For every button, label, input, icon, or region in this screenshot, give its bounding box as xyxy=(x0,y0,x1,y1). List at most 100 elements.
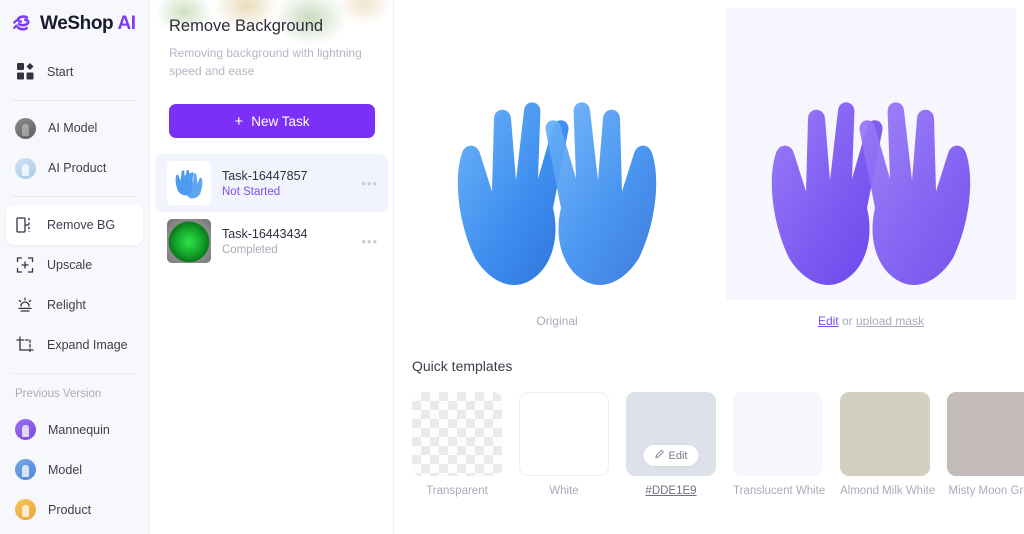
sidebar-item-start[interactable]: Start xyxy=(6,52,143,92)
app-logo[interactable]: WeShop AI xyxy=(0,0,149,48)
edit-color-button-label: Edit xyxy=(668,449,688,462)
relight-sun-icon xyxy=(15,295,35,315)
quick-templates-section: Quick templates Transparent White Edit #… xyxy=(394,328,1024,497)
task-row[interactable]: Task-16443434 Completed ••• xyxy=(155,212,388,270)
template-label: White xyxy=(549,485,579,497)
original-preview-column: Original xyxy=(412,8,702,328)
page-title: Remove Background xyxy=(169,17,324,35)
mannequin-avatar-icon xyxy=(15,419,36,441)
sidebar-item-ai-product[interactable]: AI Product xyxy=(6,148,143,188)
page-subtitle: Removing background with lightning speed… xyxy=(169,46,362,78)
sidebar-item-model[interactable]: Model xyxy=(6,450,143,490)
template-swatch[interactable] xyxy=(840,392,930,476)
preview-row: Original Edit or upload mask xyxy=(394,0,1024,328)
template-swatch[interactable]: Edit xyxy=(626,392,716,476)
sidebar-item-upscale[interactable]: Upscale xyxy=(6,245,143,285)
upscale-icon xyxy=(15,255,35,275)
pen-edit-icon xyxy=(655,449,665,462)
sidebar-item-remove-bg-label: Remove BG xyxy=(47,218,116,233)
sidebar-item-start-label: Start xyxy=(47,64,74,79)
template-item-translucent-white[interactable]: Translucent White xyxy=(733,392,826,497)
sidebar-item-product-label: Product xyxy=(48,502,92,517)
result-image[interactable] xyxy=(726,8,1016,300)
template-item-transparent[interactable]: Transparent xyxy=(412,392,502,497)
model-avatar-icon xyxy=(15,459,36,481)
task-meta: Task-16447857 Not Started xyxy=(222,169,350,198)
template-label: Transparent xyxy=(426,485,488,497)
sidebar-item-remove-bg[interactable]: Remove BG xyxy=(6,205,143,246)
template-swatch[interactable] xyxy=(519,392,609,476)
product-avatar-icon xyxy=(15,499,36,521)
logo-text-accent: AI xyxy=(117,12,136,34)
task-row[interactable]: Task-16447857 Not Started ••• xyxy=(155,154,388,212)
sidebar-item-ai-model-label: AI Model xyxy=(48,121,98,136)
original-caption: Original xyxy=(536,314,578,328)
caption-separator: or xyxy=(841,314,853,328)
template-item-misty-moon-grey[interactable]: Misty Moon Grey xyxy=(947,392,1024,497)
result-preview-column: Edit or upload mask xyxy=(726,8,1016,328)
task-meta: Task-16443434 Completed xyxy=(222,227,350,256)
sidebar-item-expand-image-label: Expand Image xyxy=(47,338,128,353)
task-name: Task-16443434 xyxy=(222,226,308,241)
more-dots-icon[interactable]: ••• xyxy=(361,176,378,191)
quick-templates-title: Quick templates xyxy=(412,358,513,374)
template-label: Translucent White xyxy=(733,485,826,497)
sidebar-item-ai-model[interactable]: AI Model xyxy=(6,108,143,148)
sidebar-item-expand-image[interactable]: Expand Image xyxy=(6,325,143,365)
template-item-almond-milk-white[interactable]: Almond Milk White xyxy=(840,392,936,497)
original-caption-row: Original xyxy=(412,314,702,328)
sidebar-divider-1 xyxy=(12,99,137,101)
sidebar-item-upscale-label: Upscale xyxy=(47,258,93,273)
sidebar-item-product[interactable]: Product xyxy=(6,490,143,530)
sidebar-item-relight[interactable]: Relight xyxy=(6,285,143,325)
template-label: Misty Moon Grey xyxy=(948,485,1024,497)
grid-squares-icon xyxy=(15,62,35,82)
ai-product-avatar-icon xyxy=(15,157,36,179)
expand-crop-icon xyxy=(15,335,35,355)
ai-model-avatar-icon xyxy=(15,117,36,139)
task-thumbnail xyxy=(167,219,211,263)
sidebar-item-relight-label: Relight xyxy=(47,298,86,313)
task-status: Not Started xyxy=(222,185,281,198)
edit-color-button[interactable]: Edit xyxy=(643,445,699,466)
task-list: Task-16447857 Not Started ••• Task-16443… xyxy=(150,154,393,270)
template-swatch[interactable] xyxy=(947,392,1024,476)
template-label[interactable]: #DDE1E9 xyxy=(626,485,716,497)
sidebar-item-model-label: Model xyxy=(48,462,83,477)
sidebar-ai-group: AI Model AI Product xyxy=(0,104,149,192)
task-panel: Remove Background Removing background wi… xyxy=(150,0,394,534)
more-dots-icon[interactable]: ••• xyxy=(361,234,378,249)
template-label: Almond Milk White xyxy=(840,485,936,497)
upload-mask-link[interactable]: upload mask xyxy=(856,314,924,328)
task-thumbnail xyxy=(167,161,211,205)
plus-icon: + xyxy=(234,112,244,130)
main-content: Original Edit or upload mask Quick templ… xyxy=(394,0,1024,534)
original-image[interactable] xyxy=(412,8,702,300)
sidebar-divider-3 xyxy=(12,373,137,374)
logo-text: WeShop AI xyxy=(40,13,136,35)
template-swatch[interactable] xyxy=(733,392,823,476)
new-task-button[interactable]: + New Task xyxy=(169,104,375,138)
quick-templates-row: Transparent White Edit #DDE1E9 Transluce… xyxy=(412,392,1024,497)
weshop-s-logo-icon xyxy=(10,11,36,37)
sidebar-item-mannequin-label: Mannequin xyxy=(48,422,110,437)
task-name: Task-16447857 xyxy=(222,168,308,183)
template-item-custom-hex[interactable]: Edit #DDE1E9 xyxy=(626,392,716,497)
template-item-white[interactable]: White xyxy=(519,392,609,497)
edit-mask-link[interactable]: Edit xyxy=(818,314,839,328)
sidebar-divider-2 xyxy=(12,196,137,198)
remove-bg-icon xyxy=(15,215,35,235)
sidebar-item-ai-product-label: AI Product xyxy=(48,161,107,176)
sidebar-tools-group: Remove BG Upscale Relight Expand Image xyxy=(0,201,149,369)
template-swatch[interactable] xyxy=(412,392,502,476)
sidebar: WeShop AI Start AI Model AI Product Remo… xyxy=(0,0,150,534)
sidebar-previous-group: Mannequin Model Product xyxy=(0,406,149,534)
new-task-button-label: New Task xyxy=(251,113,310,129)
sidebar-item-mannequin[interactable]: Mannequin xyxy=(6,410,143,450)
app-root: WeShop AI Start AI Model AI Product Remo… xyxy=(0,0,1024,534)
task-status: Completed xyxy=(222,243,278,256)
sidebar-primary-group: Start xyxy=(0,48,149,96)
logo-text-main: WeShop xyxy=(40,12,114,34)
result-caption-row: Edit or upload mask xyxy=(726,314,1016,328)
sidebar-section-previous-version: Previous Version xyxy=(15,387,102,400)
